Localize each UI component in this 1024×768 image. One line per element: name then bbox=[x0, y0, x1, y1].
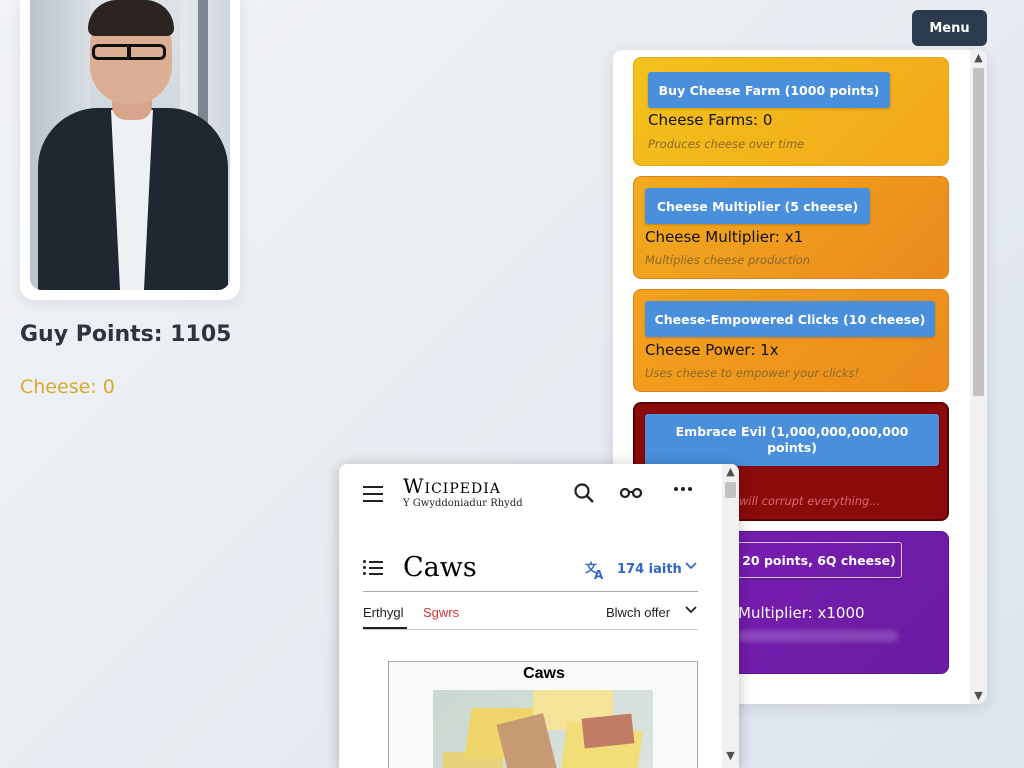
cheese-farm-description: Produces cheese over time bbox=[648, 137, 805, 151]
upgrade-card-cheese-multiplier: Cheese Multiplier (5 cheese) Cheese Mult… bbox=[633, 176, 949, 279]
cheese-multiplier-description: Multiplies cheese production bbox=[645, 253, 811, 267]
wiki-scroll-up-icon[interactable]: ▲ bbox=[722, 464, 739, 480]
cheese-empowered-clicks-button[interactable]: Cheese-Empowered Clicks (10 cheese) bbox=[645, 301, 935, 337]
tabs-divider bbox=[363, 629, 698, 630]
cheese-clicks-description: Uses cheese to empower your clicks! bbox=[645, 366, 860, 380]
embrace-evil-button[interactable]: Embrace Evil (1,000,000,000,000 points) bbox=[645, 414, 939, 466]
tab-talk[interactable]: Sgwrs bbox=[423, 605, 459, 620]
cheese-multiplier-button[interactable]: Cheese Multiplier (5 cheese) bbox=[645, 188, 870, 224]
svg-text:A: A bbox=[594, 568, 604, 580]
hamburger-icon[interactable] bbox=[363, 486, 383, 502]
tab-article[interactable]: Erthygl bbox=[363, 605, 403, 620]
buy-cheese-farm-button[interactable]: Buy Cheese Farm (1000 points) bbox=[648, 72, 890, 108]
embrace-evil-description: will corrupt everything... bbox=[739, 494, 881, 508]
wikipedia-popup[interactable]: Wicipedia Y Gwyddoniadur Rhydd Caws 文A 1… bbox=[339, 464, 739, 768]
article-title: Caws bbox=[403, 552, 477, 583]
title-divider bbox=[363, 591, 698, 592]
scroll-thumb[interactable] bbox=[973, 68, 984, 396]
blurred-description bbox=[738, 630, 898, 642]
wikipedia-tagline: Y Gwyddoniadur Rhydd bbox=[403, 498, 523, 509]
translate-icon[interactable]: 文A bbox=[585, 560, 607, 584]
reading-glasses-icon[interactable] bbox=[619, 484, 643, 506]
upgrade-card-cheese-clicks: Cheese-Empowered Clicks (10 cheese) Chee… bbox=[633, 289, 949, 392]
infobox: Caws bbox=[388, 661, 698, 768]
purple-multiplier-stat: Multiplier: x1000 bbox=[738, 604, 865, 622]
cheese-multiplier-stat: Cheese Multiplier: x1 bbox=[645, 228, 804, 246]
tools-dropdown[interactable]: Blwch offer bbox=[606, 605, 670, 620]
cheese-power-stat: Cheese Power: 1x bbox=[645, 341, 779, 359]
menu-button[interactable]: Menu bbox=[912, 10, 987, 46]
chevron-down-icon[interactable] bbox=[685, 559, 697, 574]
wiki-scroll-down-icon[interactable]: ▼ bbox=[722, 748, 739, 764]
scroll-down-arrow-icon[interactable]: ▼ bbox=[970, 688, 987, 704]
purple-upgrade-button[interactable]: 20 points, 6Q cheese) bbox=[736, 542, 902, 578]
infobox-title: Caws bbox=[523, 665, 565, 682]
wiki-scroll-thumb[interactable] bbox=[725, 482, 736, 498]
more-icon[interactable] bbox=[671, 478, 695, 500]
clickable-profile-card[interactable] bbox=[20, 0, 240, 300]
cheese-farms-stat: Cheese Farms: 0 bbox=[648, 111, 773, 129]
scroll-up-arrow-icon[interactable]: ▲ bbox=[970, 50, 987, 66]
upgrade-card-cheese-farm: Buy Cheese Farm (1000 points) Cheese Far… bbox=[633, 57, 949, 166]
cheese-counter: Cheese: 0 bbox=[20, 376, 115, 398]
toc-icon[interactable] bbox=[363, 560, 383, 576]
profile-photo[interactable] bbox=[30, 0, 230, 290]
tools-chevron-down-icon[interactable] bbox=[685, 603, 697, 618]
wiki-scrollbar[interactable]: ▲ ▼ bbox=[722, 464, 739, 768]
cheese-image[interactable] bbox=[433, 690, 653, 768]
search-icon[interactable] bbox=[572, 482, 596, 504]
language-count-link[interactable]: 174 iaith bbox=[617, 562, 682, 577]
points-counter: Guy Points: 1105 bbox=[20, 322, 232, 347]
wikipedia-wordmark[interactable]: Wicipedia bbox=[403, 474, 501, 498]
shop-scrollbar[interactable]: ▲ ▼ bbox=[970, 50, 987, 704]
